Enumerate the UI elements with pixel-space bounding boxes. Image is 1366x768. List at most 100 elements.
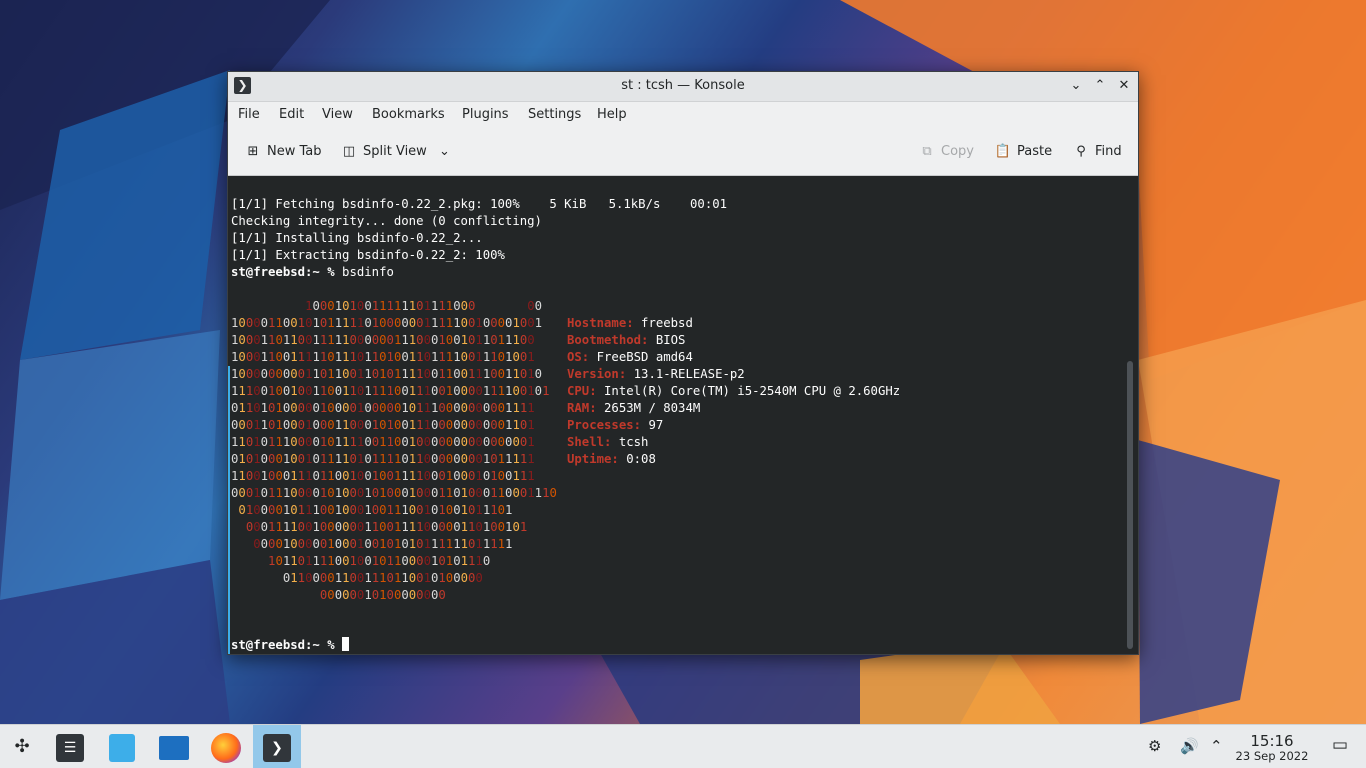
copy-icon: ⧉ bbox=[922, 144, 932, 159]
info-line: Uptime: 0:08 bbox=[567, 451, 900, 468]
info-line: RAM: 2653M / 8034M bbox=[567, 400, 900, 417]
taskbar: ✣ ☰ ❯ ⚙ 🔊 ⌃ 15:16 23 Sep 2022 ▭ bbox=[0, 724, 1366, 768]
system-settings-icon[interactable]: ☰ bbox=[52, 729, 88, 765]
paste-button[interactable]: 📋 Paste bbox=[994, 139, 1052, 165]
bsd-ascii-art: 10001010011111101111000 00 10000110010101… bbox=[231, 298, 557, 604]
scrollbar[interactable] bbox=[1127, 361, 1133, 649]
menu-bookmarks[interactable]: Bookmarks bbox=[372, 102, 445, 128]
split-view-icon: ◫ bbox=[342, 144, 356, 159]
maximize-icon[interactable]: ⌃ bbox=[1090, 76, 1110, 96]
info-value: FreeBSD amd64 bbox=[589, 350, 693, 364]
terminal-output: [1/1] Fetching bsdinfo-0.22_2.pkg: 100% … bbox=[231, 179, 727, 281]
info-line: Processes: 97 bbox=[567, 417, 900, 434]
volume-icon[interactable]: 🔊 bbox=[1180, 737, 1199, 755]
window-title: st : tcsh — Konsole bbox=[621, 78, 745, 93]
konsole-window: ❯ st : tcsh — Konsole ⌄ ⌃ ✕ File Edit Vi… bbox=[227, 71, 1139, 655]
info-value: freebsd bbox=[633, 316, 693, 330]
info-line: Bootmethod: BIOS bbox=[567, 332, 900, 349]
title-bar[interactable]: ❯ st : tcsh — Konsole ⌄ ⌃ ✕ bbox=[228, 72, 1138, 102]
info-key: OS: bbox=[567, 350, 590, 364]
info-value: 0:08 bbox=[618, 452, 656, 466]
art-line: 00000010100000000 bbox=[319, 588, 446, 602]
search-icon: ⚲ bbox=[1076, 144, 1086, 159]
copy-button[interactable]: ⧉ Copy bbox=[918, 139, 974, 165]
show-desktop-icon[interactable]: ▭ bbox=[1332, 735, 1348, 755]
info-key: Bootmethod: bbox=[567, 333, 649, 347]
minimize-icon[interactable]: ⌄ bbox=[1066, 76, 1086, 96]
find-button[interactable]: ⚲ Find bbox=[1072, 139, 1121, 165]
art-line: 1000011001010111110100000011111001000010… bbox=[231, 316, 543, 330]
final-prompt-line: st@freebsd:~ % bbox=[231, 637, 350, 654]
menu-bar: File Edit View Bookmarks Plugins Setting… bbox=[228, 102, 1138, 130]
info-line: Hostname: freebsd bbox=[567, 315, 900, 332]
new-tab-icon: ⊞ bbox=[247, 144, 259, 159]
art-line: 1000000000110110011010111100110011100110… bbox=[231, 367, 543, 381]
firefox-icon[interactable] bbox=[208, 729, 244, 765]
art-line: 011000011001110110010100000 bbox=[282, 571, 483, 585]
text-cursor bbox=[342, 637, 350, 651]
art-line: 1110010010011001101111001110010000111100… bbox=[231, 384, 550, 398]
art-line: 1000110110011111000000111000100101101110… bbox=[231, 333, 535, 347]
clock-time: 15:16 bbox=[1250, 732, 1294, 750]
info-line: Version: 13.1-RELEASE-p2 bbox=[567, 366, 900, 383]
art-line: 1100100011101100100100111100010001010011… bbox=[231, 469, 535, 483]
info-line: CPU: Intel(R) Core(TM) i5-2540M CPU @ 2.… bbox=[567, 383, 900, 400]
output-line: Checking integrity... done (0 conflictin… bbox=[231, 214, 542, 228]
art-line: 00011110010000001100111100000110100101 bbox=[245, 520, 528, 534]
art-line: 0001101000100011000101001110000000000110… bbox=[231, 418, 535, 432]
chevron-down-icon[interactable]: ⌄ bbox=[439, 144, 450, 159]
terminal-area[interactable]: [1/1] Fetching bsdinfo-0.22_2.pkg: 100% … bbox=[228, 176, 1138, 654]
clock[interactable]: 15:16 23 Sep 2022 bbox=[1232, 733, 1312, 763]
menu-settings[interactable]: Settings bbox=[528, 102, 581, 128]
menu-plugins[interactable]: Plugins bbox=[462, 102, 509, 128]
menu-help[interactable]: Help bbox=[597, 102, 627, 128]
menu-view[interactable]: View bbox=[322, 102, 353, 128]
art-line: 101101111001001011000010101110 bbox=[268, 554, 491, 568]
info-value: Intel(R) Core(TM) i5-2540M CPU @ 2.60GHz bbox=[596, 384, 901, 398]
info-line: OS: FreeBSD amd64 bbox=[567, 349, 900, 366]
info-key: Uptime: bbox=[567, 452, 619, 466]
command: bsdinfo bbox=[334, 265, 394, 279]
info-key: Hostname: bbox=[567, 316, 634, 330]
clock-date: 23 Sep 2022 bbox=[1235, 749, 1309, 763]
paste-icon: 📋 bbox=[994, 144, 1012, 159]
info-value: tcsh bbox=[611, 435, 649, 449]
art-line: 1000110011111011101101001101111001110100… bbox=[231, 350, 535, 364]
art-line: 00001000001000100101010111111011111 bbox=[253, 537, 513, 551]
discover-icon[interactable] bbox=[104, 729, 140, 765]
network-icon[interactable]: ⚙ bbox=[1148, 737, 1161, 755]
art-line: 0100001011100100010011100101001011101 bbox=[238, 503, 513, 517]
menu-edit[interactable]: Edit bbox=[279, 102, 304, 128]
menu-file[interactable]: File bbox=[238, 102, 260, 128]
konsole-icon[interactable]: ❯ bbox=[253, 725, 301, 768]
system-info: Hostname: freebsd Bootmethod: BIOS OS: Fre… bbox=[567, 315, 900, 468]
dolphin-icon[interactable] bbox=[156, 729, 192, 765]
output-line: [1/1] Fetching bsdinfo-0.22_2.pkg: 100% … bbox=[231, 197, 728, 211]
info-key: Version: bbox=[567, 367, 627, 381]
chevron-up-icon[interactable]: ⌃ bbox=[1210, 737, 1223, 755]
prompt: st@freebsd:~ % bbox=[231, 638, 335, 652]
info-value: 2653M / 8034M bbox=[596, 401, 701, 415]
new-tab-button[interactable]: ⊞ New Tab bbox=[244, 139, 322, 165]
info-value: 13.1-RELEASE-p2 bbox=[626, 367, 745, 381]
art-line: 0110101000001000010000010111000000000111… bbox=[231, 401, 535, 415]
info-line: Shell: tcsh bbox=[567, 434, 900, 451]
toolbar: ⊞ New Tab ◫ Split View ⌄ ⧉ Copy 📋 Paste ⚲ Fin… bbox=[228, 130, 1138, 176]
output-line: [1/1] Installing bsdinfo-0.22_2... bbox=[231, 231, 483, 245]
art-line: 0001011100001010001010001000110100011000… bbox=[231, 486, 557, 500]
split-view-button[interactable]: ◫ Split View ⌄ bbox=[340, 139, 450, 165]
focus-indicator bbox=[228, 366, 230, 654]
info-key: Processes: bbox=[567, 418, 642, 432]
art-line: 0101000100101111010111101100000000101111… bbox=[231, 452, 535, 466]
output-line: [1/1] Extracting bsdinfo-0.22_2: 100% bbox=[231, 248, 505, 262]
info-value: BIOS bbox=[648, 333, 686, 347]
application-launcher-icon[interactable]: ✣ bbox=[4, 729, 40, 765]
art-line: 1101011100001011110011001000000000000000… bbox=[231, 435, 535, 449]
art-line: 10001010011111101111000 00 bbox=[305, 299, 543, 313]
close-icon[interactable]: ✕ bbox=[1114, 76, 1134, 96]
info-key: RAM: bbox=[567, 401, 597, 415]
info-value: 97 bbox=[641, 418, 664, 432]
info-key: Shell: bbox=[567, 435, 612, 449]
info-key: CPU: bbox=[567, 384, 597, 398]
prompt: st@freebsd:~ % bbox=[231, 265, 335, 279]
